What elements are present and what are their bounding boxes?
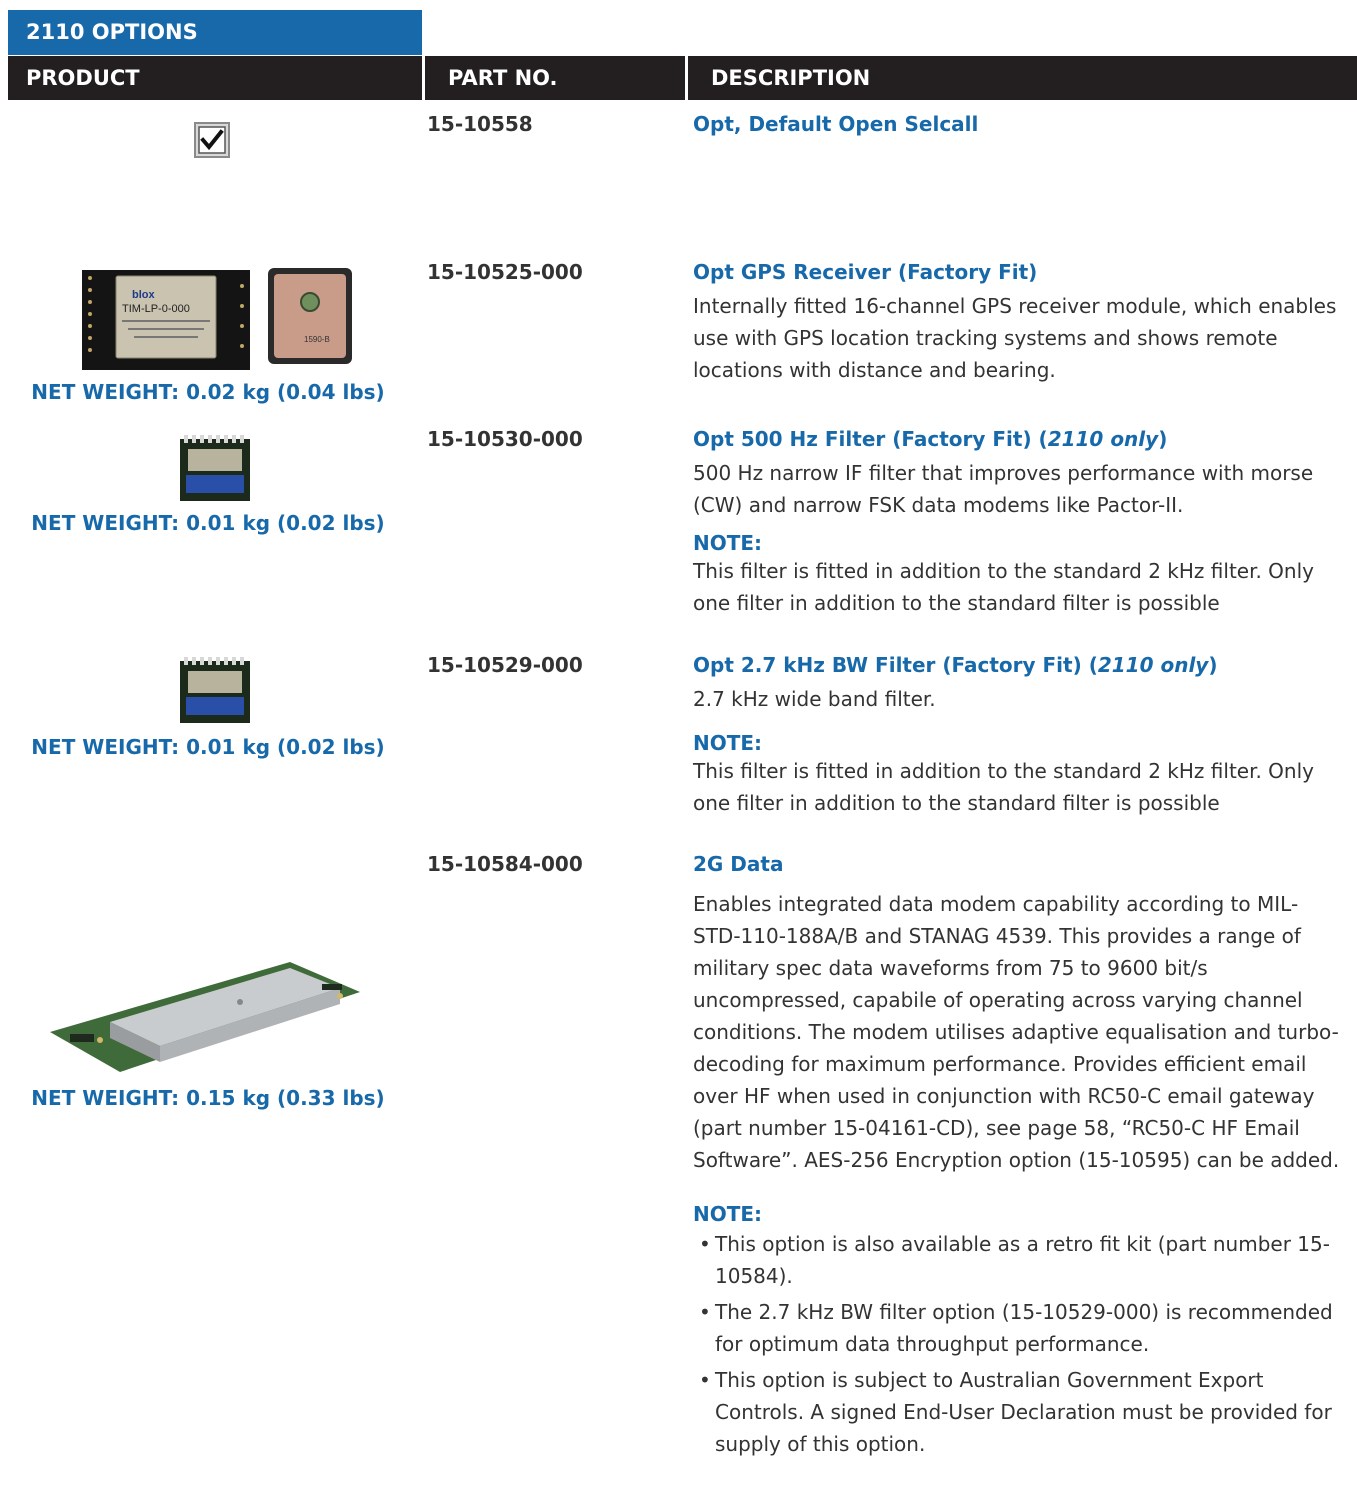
part-number: 15-10529-000: [427, 653, 583, 677]
table-header: PRODUCT PART NO. DESCRIPTION: [8, 56, 1357, 100]
filter-module-image: [180, 435, 250, 505]
note-text: This filter is fitted in addition to the…: [693, 559, 1314, 615]
part-number: 15-10530-000: [427, 427, 583, 451]
net-weight: NET WEIGHT: 0.01 kg (0.02 lbs): [31, 735, 385, 759]
part-number: 15-10584-000: [427, 852, 583, 876]
option-title: Opt GPS Receiver (Factory Fit): [693, 260, 1038, 284]
antenna-label: 1590-B: [304, 335, 330, 344]
section-title: 2110 OPTIONS: [8, 10, 422, 55]
column-header-part-no: PART NO.: [448, 66, 558, 90]
checkbox-icon: [194, 122, 230, 162]
part-number: 15-10525-000: [427, 260, 583, 284]
column-header-product: PRODUCT: [26, 66, 140, 90]
module-brand-label: blox: [132, 289, 155, 301]
list-item: This option is also available as a retro…: [693, 1228, 1345, 1292]
column-header-description: DESCRIPTION: [711, 66, 871, 90]
gps-receiver-module-image: blox TIM-LP-0-000 1590-B: [82, 266, 354, 380]
option-title: 2G Data: [693, 852, 784, 876]
part-number: 15-10558: [427, 112, 533, 136]
module-model-label: TIM-LP-0-000: [122, 303, 190, 315]
list-item: This option is subject to Australian Gov…: [693, 1364, 1345, 1460]
option-description: 500 Hz narrow IF filter that improves pe…: [693, 461, 1314, 517]
note-label: NOTE:: [693, 731, 763, 755]
option-description: Enables integrated data modem capability…: [693, 892, 1340, 1172]
option-description: 2.7 kHz wide band filter.: [693, 687, 936, 711]
column-divider: [685, 56, 688, 100]
option-title: Opt 2.7 kHz BW Filter (Factory Fit) (211…: [693, 653, 1218, 677]
data-modem-board-image: [40, 922, 380, 1096]
note-text: This filter is fitted in addition to the…: [693, 759, 1314, 815]
net-weight: NET WEIGHT: 0.15 kg (0.33 lbs): [31, 1086, 385, 1110]
net-weight: NET WEIGHT: 0.01 kg (0.02 lbs): [31, 511, 385, 535]
option-title: Opt 500 Hz Filter (Factory Fit) (2110 on…: [693, 427, 1168, 451]
option-description: Internally fitted 16-channel GPS receive…: [693, 294, 1337, 382]
option-title: Opt, Default Open Selcall: [693, 112, 979, 136]
net-weight: NET WEIGHT: 0.02 kg (0.04 lbs): [31, 380, 385, 404]
column-divider: [422, 56, 425, 100]
filter-module-image: [180, 657, 250, 727]
note-label: NOTE:: [693, 531, 763, 555]
note-label: NOTE:: [693, 1202, 763, 1226]
list-item: The 2.7 kHz BW filter option (15-10529-0…: [693, 1296, 1345, 1360]
note-list: This option is also available as a retro…: [693, 1228, 1345, 1460]
